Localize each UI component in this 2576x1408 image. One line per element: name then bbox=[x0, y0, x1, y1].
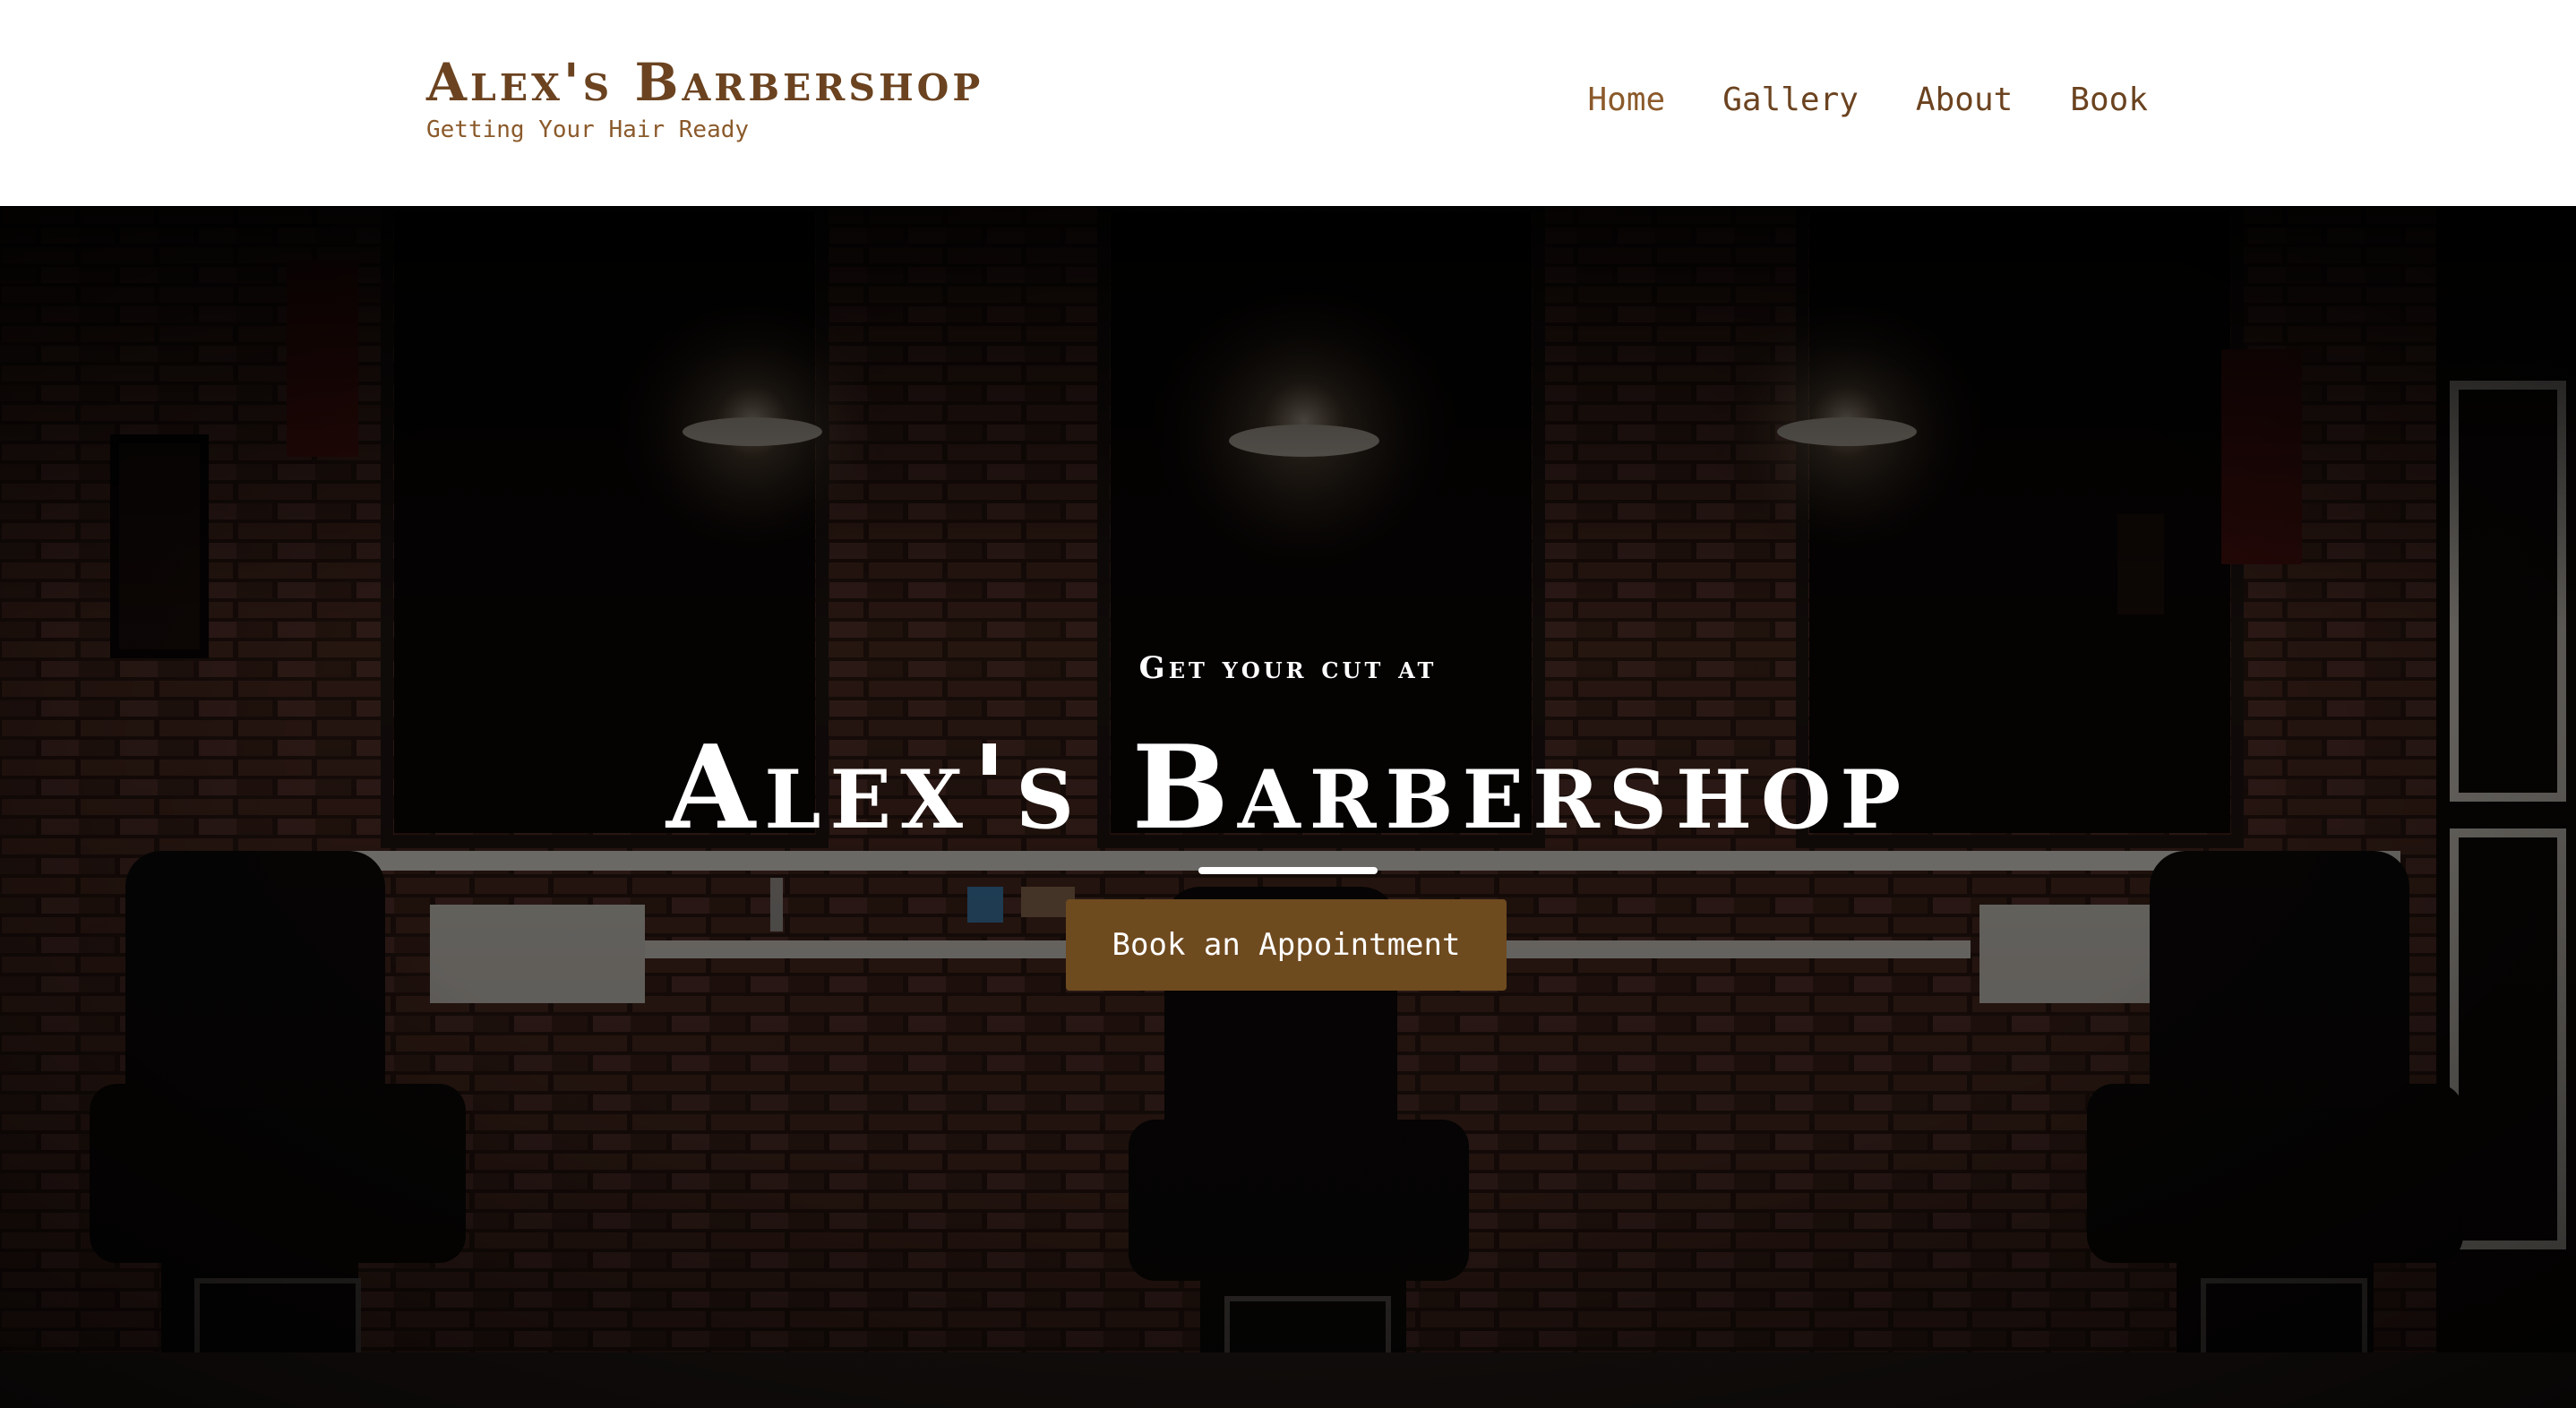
site-header: Alex's Barbershop Getting Your Hair Read… bbox=[0, 0, 2576, 206]
site-tagline: Getting Your Hair Ready bbox=[426, 116, 750, 143]
site-logo-title[interactable]: Alex's Barbershop bbox=[426, 54, 983, 111]
hero-divider bbox=[1198, 867, 1378, 874]
main-nav: Home Gallery About Book bbox=[1588, 79, 2149, 122]
nav-link-home[interactable]: Home bbox=[1588, 79, 1666, 122]
hero-section: Get your cut at Alex's Barbershop Book a… bbox=[0, 206, 2576, 1408]
hero-subtitle: Get your cut at bbox=[1138, 650, 1438, 686]
hero-content: Get your cut at Alex's Barbershop Book a… bbox=[0, 206, 2576, 1408]
nav-link-book[interactable]: Book bbox=[2070, 79, 2148, 122]
nav-link-gallery[interactable]: Gallery bbox=[1722, 79, 1859, 122]
book-appointment-button[interactable]: Book an Appointment bbox=[1066, 899, 1507, 991]
nav-link-about[interactable]: About bbox=[1916, 79, 2013, 122]
brand[interactable]: Alex's Barbershop Getting Your Hair Read… bbox=[426, 54, 983, 143]
hero-title: Alex's Barbershop bbox=[665, 721, 1911, 855]
